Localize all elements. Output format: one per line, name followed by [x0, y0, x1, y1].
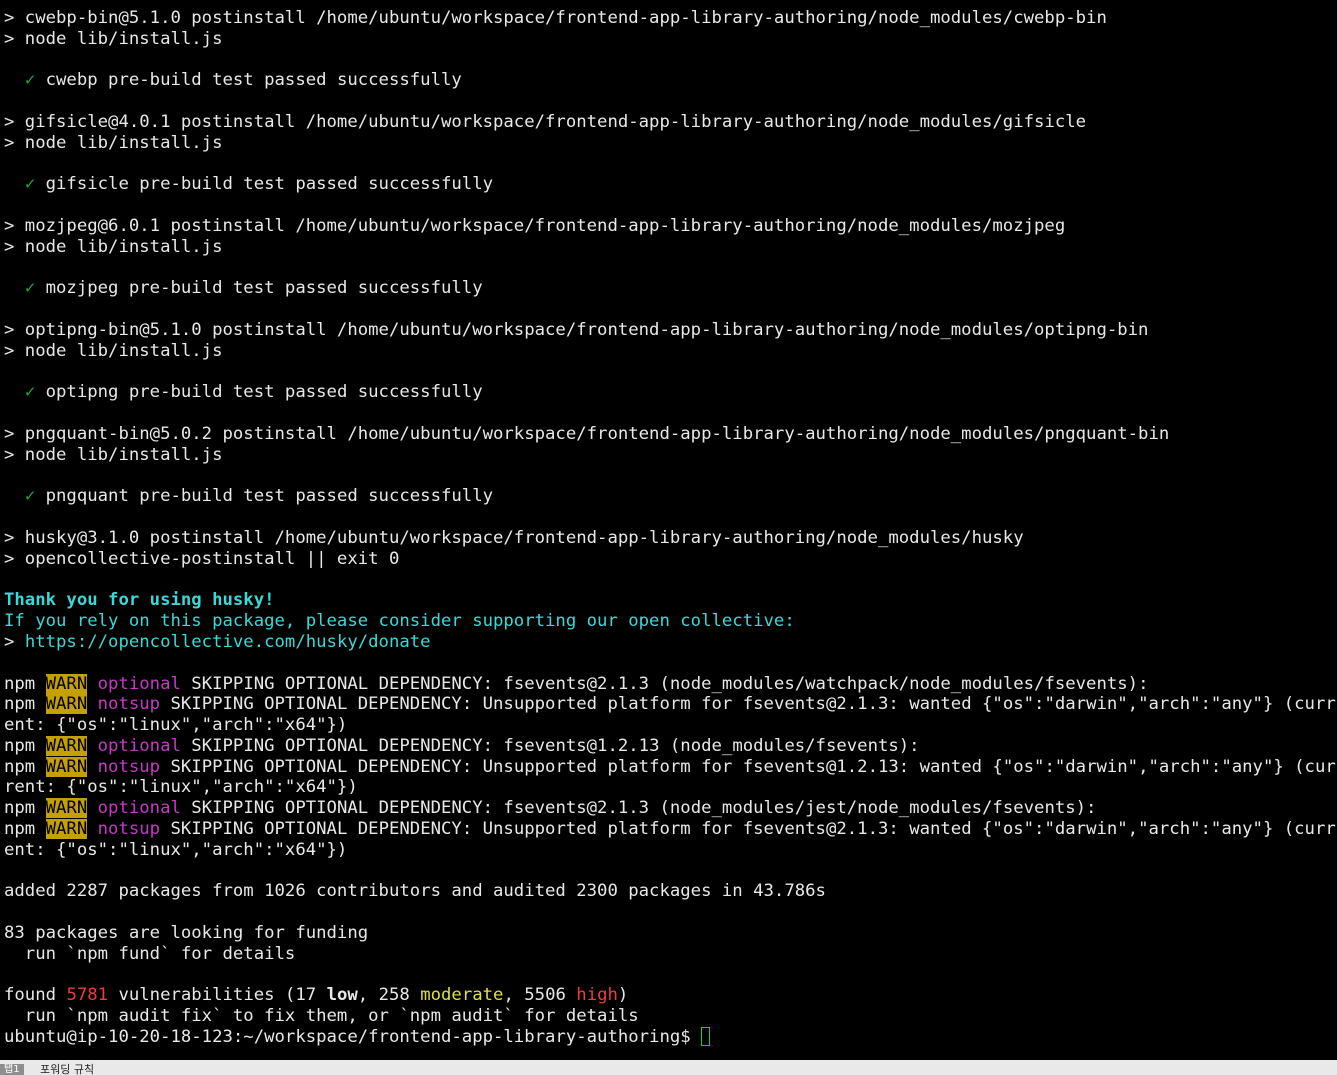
terminal-line: added 2287 packages from 1026 contributo…	[4, 881, 826, 902]
terminal-line: npm WARN optional SKIPPING OPTIONAL DEPE…	[4, 735, 920, 756]
terminal-line: found 5781 vulnerabilities (17 low, 258 …	[4, 985, 629, 1006]
terminal-line: ✓ mozjpeg pre-build test passed successf…	[24, 278, 483, 299]
status-bar: 탭1 포워딩 규칙	[0, 1060, 1337, 1075]
cursor	[701, 1027, 711, 1047]
terminal-line: run `npm fund` for details	[4, 943, 296, 964]
terminal-line: If you rely on this package, please cons…	[4, 611, 795, 632]
terminal-line: npm WARN notsup SKIPPING OPTIONAL DEPEND…	[4, 694, 1336, 715]
terminal-line: > pngquant-bin@5.0.2 postinstall /home/u…	[4, 423, 1170, 444]
terminal-line: > mozjpeg@6.0.1 postinstall /home/ubuntu…	[4, 215, 1066, 236]
terminal-line: ✓ optipng pre-build test passed successf…	[24, 382, 483, 403]
status-text: 포워딩 규칙	[40, 1063, 95, 1075]
terminal-line: > node lib/install.js	[4, 236, 223, 257]
terminal-line: > node lib/install.js	[4, 28, 223, 49]
terminal-line: > husky@3.1.0 postinstall /home/ubuntu/w…	[4, 527, 1024, 548]
terminal-window[interactable]: > cwebp-bin@5.1.0 postinstall /home/ubun…	[0, 0, 1337, 1060]
terminal-line: ✓ pngquant pre-build test passed success…	[24, 486, 494, 507]
terminal-line: npm WARN notsup SKIPPING OPTIONAL DEPEND…	[4, 756, 1336, 777]
terminal-line: npm WARN optional SKIPPING OPTIONAL DEPE…	[4, 798, 1097, 819]
terminal-line: npm WARN optional SKIPPING OPTIONAL DEPE…	[4, 673, 1149, 694]
terminal-line: ent: {"os":"linux","arch":"x64"})	[4, 839, 348, 860]
terminal-line: ✓ cwebp pre-build test passed successful…	[24, 70, 462, 91]
terminal-line: > cwebp-bin@5.1.0 postinstall /home/ubun…	[4, 8, 1107, 28]
terminal-line: > node lib/install.js	[4, 340, 223, 361]
terminal-output: > cwebp-bin@5.1.0 postinstall /home/ubun…	[4, 8, 1337, 1048]
terminal-line: ubuntu@ip-10-20-18-123:~/workspace/front…	[4, 1027, 1337, 1048]
terminal-line: > optipng-bin@5.1.0 postinstall /home/ub…	[4, 319, 1149, 340]
terminal-line: rent: {"os":"linux","arch":"x64"})	[4, 777, 358, 798]
tab-chip[interactable]: 탭1	[0, 1064, 24, 1075]
terminal-line: npm WARN notsup SKIPPING OPTIONAL DEPEND…	[4, 819, 1336, 840]
terminal-line: > gifsicle@4.0.1 postinstall /home/ubunt…	[4, 111, 1087, 132]
terminal-line: > opencollective-postinstall || exit 0	[4, 548, 400, 569]
terminal-line: run `npm audit fix` to fix them, or `npm…	[4, 1006, 639, 1027]
terminal-line: > node lib/install.js	[4, 132, 223, 153]
terminal-line: ent: {"os":"linux","arch":"x64"})	[4, 715, 348, 736]
terminal-line: > https://opencollective.com/husky/donat…	[4, 631, 431, 652]
terminal-line: ✓ gifsicle pre-build test passed success…	[24, 174, 494, 195]
terminal-line: > node lib/install.js	[4, 444, 223, 465]
terminal-line: Thank you for using husky!	[4, 590, 275, 611]
terminal-line: 83 packages are looking for funding	[4, 923, 369, 944]
